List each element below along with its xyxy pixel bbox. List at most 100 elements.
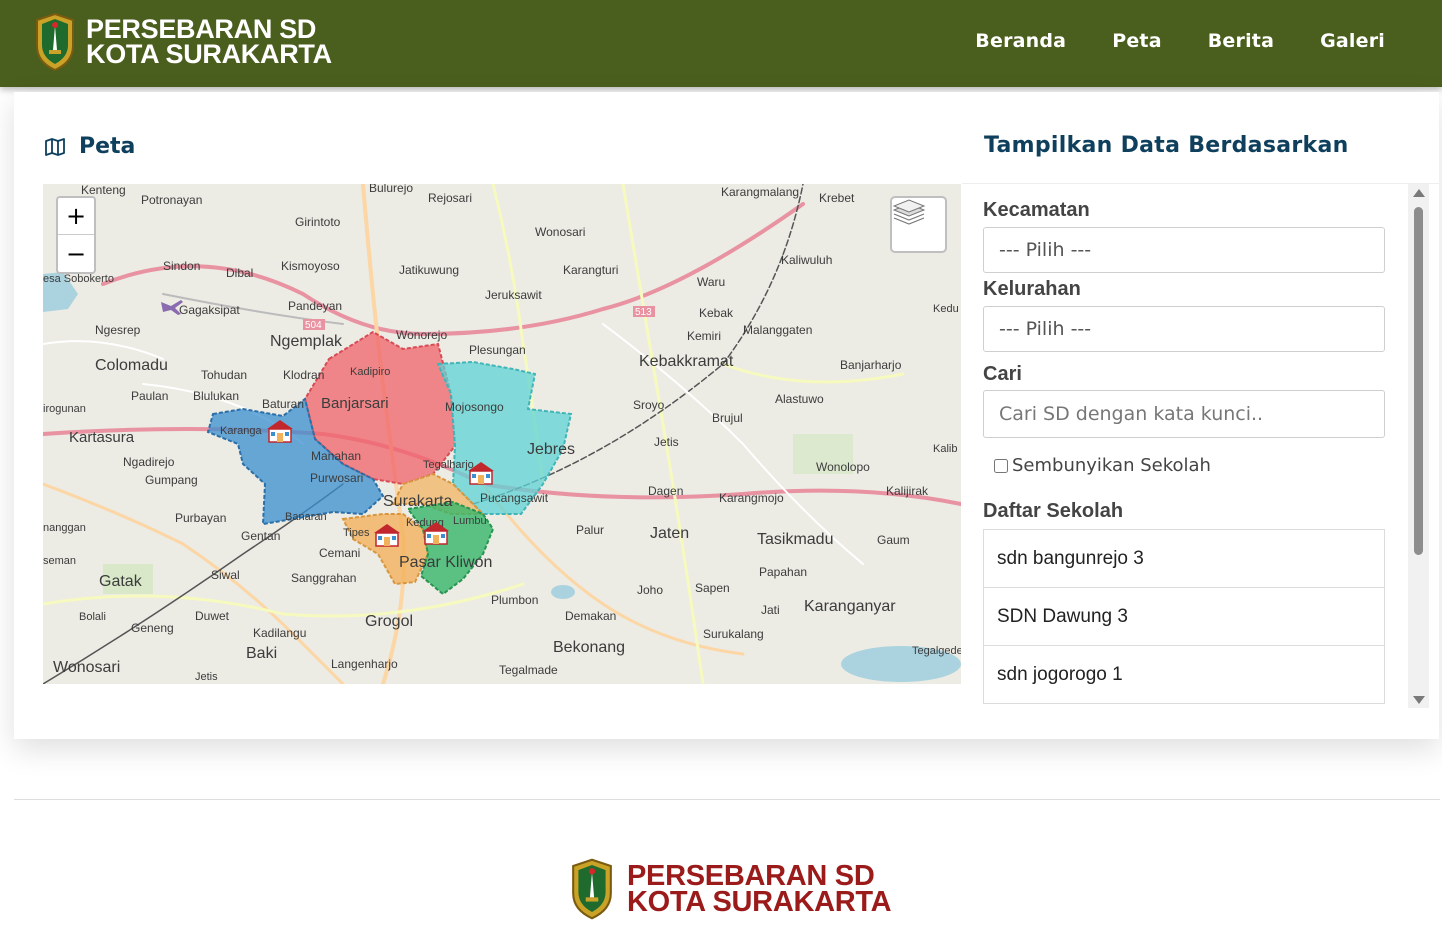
- map-place-label: Malanggaten: [743, 323, 812, 337]
- school-list-item[interactable]: sdn bangunrejo 3: [984, 530, 1384, 588]
- footer-brand-line-2: KOTA SURAKARTA: [627, 886, 892, 918]
- kecamatan-label: Kecamatan: [983, 199, 1090, 221]
- map-title-text: Peta: [79, 134, 136, 159]
- map-place-label: Bekonang: [553, 639, 625, 656]
- footer-divider: [14, 799, 1440, 800]
- map-place-label: Gentan: [241, 529, 280, 543]
- map-place-label: Baki: [246, 645, 277, 662]
- map-place-label: Banjarharjo: [840, 358, 902, 372]
- footer-brand: PERSEBARAN SD KOTA SURAKARTA: [569, 857, 892, 921]
- map-place-label: Sindon: [163, 259, 200, 273]
- map-place-label: Wonorejo: [396, 328, 447, 342]
- nav-peta[interactable]: Peta: [1112, 30, 1162, 52]
- map-place-label: Jetis: [195, 671, 218, 683]
- map-place-label: Geneng: [131, 621, 174, 635]
- map-place-label: Plesungan: [469, 343, 526, 357]
- map-place-label: Karangturi: [563, 263, 618, 277]
- map-place-label: Sanggrahan: [291, 571, 356, 585]
- map-place-label: Jebres: [527, 441, 575, 458]
- hide-schools-toggle[interactable]: Sembunyikan Sekolah: [994, 455, 1211, 476]
- map-place-label: Purbayan: [175, 511, 226, 525]
- map-place-label: Manahan: [311, 449, 361, 463]
- map-place-label: Karangmalang: [721, 185, 799, 199]
- map-place-label: Jatikuwung: [399, 263, 459, 277]
- map-place-label: Colomadu: [95, 357, 168, 374]
- school-list-item[interactable]: sdn jogorogo 1: [984, 646, 1384, 704]
- nav-berita[interactable]: Berita: [1208, 30, 1274, 52]
- map-place-label: Papahan: [759, 565, 807, 579]
- map-place-label: Gatak: [99, 573, 143, 590]
- scroll-thumb[interactable]: [1414, 207, 1423, 555]
- map-place-label: Girintoto: [295, 215, 341, 229]
- school-marker-icon[interactable]: [421, 519, 451, 547]
- zoom-out-button[interactable]: −: [58, 235, 94, 272]
- map-place-label: Alastuwo: [775, 392, 824, 406]
- scroll-up-arrow-icon[interactable]: [1413, 189, 1425, 197]
- map-place-label: Bulurejo: [369, 184, 413, 195]
- search-input[interactable]: [983, 390, 1385, 438]
- map-place-label: esa Sobokerto: [43, 273, 114, 285]
- water-body: [551, 585, 575, 599]
- side-panel-title: Tampilkan Data Berdasarkan: [984, 133, 1349, 158]
- map-place-label: Kalib: [933, 443, 957, 455]
- school-list-item[interactable]: SDN Dawung 3: [984, 588, 1384, 646]
- map-place-label: Purwosari: [310, 471, 363, 485]
- map-place-label: Klodran: [283, 368, 324, 382]
- map-place-label: Ngemplak: [270, 333, 343, 350]
- school-marker-icon[interactable]: [466, 459, 496, 487]
- kelurahan-label: Kelurahan: [983, 278, 1081, 300]
- map-place-label: Kedu: [933, 303, 959, 315]
- map-place-label: Tegalgede: [912, 645, 961, 657]
- brand-line-2: KOTA SURAKARTA: [86, 39, 332, 69]
- map-place-label: Ngadirejo: [123, 455, 175, 469]
- map-view[interactable]: Kenteng Potronayan Bulurejo Rejosari Girinto…: [43, 184, 961, 684]
- layer-switcher-button[interactable]: [890, 196, 947, 253]
- zoom-control: + −: [56, 196, 96, 274]
- map-place-label: Dibal: [226, 266, 253, 280]
- hide-schools-checkbox[interactable]: [994, 458, 1008, 473]
- map-place-label: Dagen: [648, 484, 683, 498]
- map-place-label: Jati: [761, 603, 780, 617]
- map-place-label: Kemiri: [687, 329, 721, 343]
- scroll-down-arrow-icon[interactable]: [1413, 696, 1425, 704]
- map-place-label: Demakan: [565, 609, 616, 623]
- map-place-label: Brujul: [712, 411, 743, 425]
- map-place-label: Palur: [576, 523, 604, 537]
- map-place-label: Kaliwuluh: [781, 253, 832, 267]
- map-place-label: Jeruksawit: [485, 288, 542, 302]
- map-place-label: Banaran: [285, 511, 327, 523]
- map-place-label: Ngesrep: [95, 323, 141, 337]
- main-nav: Beranda Peta Berita Galeri: [975, 30, 1385, 52]
- map-place-label: irogunan: [43, 403, 86, 415]
- map-place-label: Kalijirak: [886, 484, 929, 498]
- map-place-label: Baturan: [262, 397, 304, 411]
- map-place-label: Tegalmade: [499, 663, 558, 677]
- school-marker-icon[interactable]: [265, 417, 295, 445]
- brand-logo[interactable]: PERSEBARAN SD KOTA SURAKARTA: [33, 12, 332, 72]
- map-place-label: Jetis: [654, 435, 679, 449]
- kecamatan-select[interactable]: --- Pilih ---: [983, 227, 1385, 273]
- zoom-in-button[interactable]: +: [58, 198, 94, 235]
- map-place-label: Grogol: [365, 613, 413, 630]
- map-place-label: Gumpang: [145, 473, 198, 487]
- map-place-label: Kebakkramat: [639, 353, 734, 370]
- road-shield-504: 504: [305, 320, 322, 331]
- panel-scrollbar[interactable]: [1408, 184, 1429, 708]
- map-place-label: Banjarsari: [321, 395, 389, 412]
- map-place-label: Surakarta: [383, 493, 452, 510]
- map-place-label: Kismoyoso: [281, 259, 340, 273]
- map-canvas: KentengPotronayanBulurejoRejosariGirinto…: [43, 184, 961, 684]
- brand-name: PERSEBARAN SD KOTA SURAKARTA: [86, 16, 332, 69]
- layers-icon: [892, 199, 926, 225]
- map-place-label: Plumbon: [491, 593, 538, 607]
- map-place-label: Tasikmadu: [757, 531, 833, 548]
- school-marker-icon[interactable]: [372, 521, 402, 549]
- nav-beranda[interactable]: Beranda: [975, 30, 1066, 52]
- map-place-label: Potronayan: [141, 193, 202, 207]
- map-place-label: Pandeyan: [288, 299, 342, 313]
- map-place-label: Duwet: [195, 609, 230, 623]
- kelurahan-select[interactable]: --- Pilih ---: [983, 306, 1385, 352]
- nav-galeri[interactable]: Galeri: [1320, 30, 1385, 52]
- map-place-label: Kadilangu: [253, 626, 306, 640]
- school-list: sdn bangunrejo 3 SDN Dawung 3 sdn jogoro…: [983, 529, 1385, 704]
